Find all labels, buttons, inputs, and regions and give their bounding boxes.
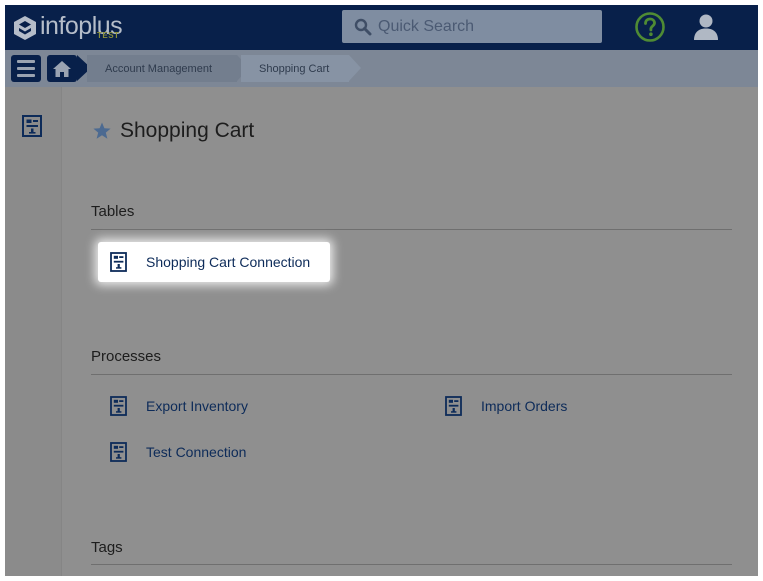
breadcrumb-label: Shopping Cart — [259, 62, 330, 75]
breadcrumb-bar: Account Management Shopping Cart — [5, 50, 758, 87]
app-window: infoplus TEST Quick Search Account Manag… — [5, 5, 758, 576]
section-title-tags: Tags — [91, 539, 123, 556]
search-input[interactable] — [378, 17, 598, 36]
process-link-import-orders[interactable]: Import Orders — [445, 396, 567, 416]
breadcrumb-label: Account Management — [105, 62, 213, 75]
help-circle-icon[interactable] — [634, 11, 666, 43]
environment-badge: TEST — [97, 31, 120, 40]
section-title-tables: Tables — [91, 203, 135, 220]
breadcrumb-shopping-cart[interactable]: Shopping Cart — [241, 55, 349, 82]
process-link-export-inventory[interactable]: Export Inventory — [110, 396, 248, 416]
quick-search[interactable] — [342, 10, 602, 43]
page-title-text: Shopping Cart — [120, 119, 255, 142]
breadcrumb-chevron — [349, 55, 361, 81]
document-table-icon[interactable] — [22, 115, 42, 137]
left-sidebar — [5, 87, 62, 576]
process-link-test-connection[interactable]: Test Connection — [110, 442, 246, 462]
document-table-icon — [110, 252, 127, 272]
link-label: Export Inventory — [146, 398, 248, 414]
hamburger-menu-icon[interactable] — [11, 55, 41, 82]
main-content: Shopping Cart Tables Shopping Cart Conne… — [62, 87, 758, 576]
document-table-icon — [445, 396, 462, 416]
document-table-icon — [110, 396, 127, 416]
search-icon — [354, 18, 372, 35]
menu-line — [17, 74, 35, 77]
document-table-icon — [110, 442, 127, 462]
link-label: Import Orders — [481, 398, 568, 414]
link-label: Test Connection — [146, 444, 247, 460]
home-button[interactable] — [47, 55, 77, 82]
table-link-shopping-cart-connection[interactable]: Shopping Cart Connection — [110, 252, 310, 272]
star-icon[interactable] — [92, 121, 112, 141]
section-title-processes: Processes — [91, 348, 162, 365]
home-icon — [53, 60, 71, 77]
page-title: Shopping Cart — [92, 119, 254, 143]
breadcrumb-account-management[interactable]: Account Management — [87, 55, 237, 82]
section-divider — [91, 229, 732, 230]
section-divider — [91, 564, 732, 565]
infoplus-logo-icon — [14, 16, 36, 40]
top-navbar: infoplus TEST — [5, 5, 758, 50]
menu-line — [17, 60, 35, 63]
section-divider — [91, 374, 732, 375]
link-label: Shopping Cart Connection — [146, 254, 311, 270]
menu-line — [17, 67, 35, 70]
user-icon[interactable] — [693, 13, 719, 41]
